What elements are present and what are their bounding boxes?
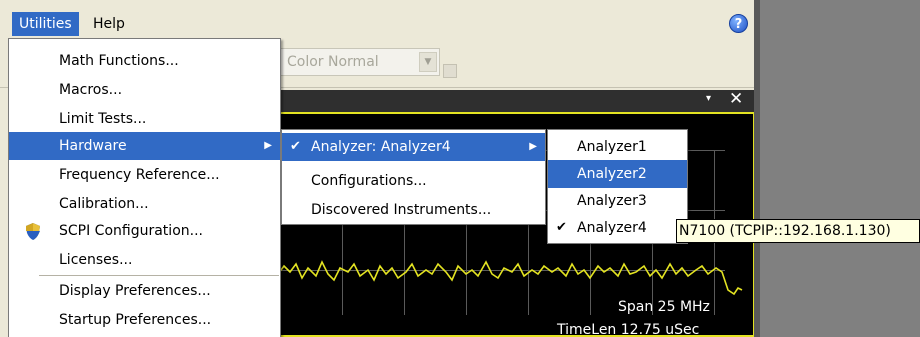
menu-item-calibration[interactable]: Calibration... xyxy=(9,190,280,218)
menu-item-label: Analyzer4 xyxy=(577,220,647,236)
menu-item-label: SCPI Configuration... xyxy=(59,223,203,239)
menu-separator xyxy=(39,275,279,276)
menu-item-analyzer3[interactable]: Analyzer3 xyxy=(548,187,687,215)
resize-grip-icon[interactable] xyxy=(443,64,457,78)
menu-item-label: Display Preferences... xyxy=(59,283,211,299)
menu-item-label: Analyzer1 xyxy=(577,139,647,155)
menu-item-label: Configurations... xyxy=(311,173,427,189)
menu-help[interactable]: Help xyxy=(86,12,132,36)
menu-bar: Utilities Help xyxy=(0,10,760,38)
menu-item-display-preferences[interactable]: Display Preferences... xyxy=(9,277,280,305)
menu-item-scpi-configuration[interactable]: SCPI Configuration... xyxy=(9,217,280,245)
panel-header xyxy=(278,90,760,112)
menu-item-label: Macros... xyxy=(59,82,123,98)
menu-item-discovered-instruments[interactable]: Discovered Instruments... xyxy=(282,196,545,224)
menu-item-label: Analyzer2 xyxy=(577,166,647,182)
checkmark-icon: ✔ xyxy=(556,220,567,235)
color-scheme-value: Color Normal xyxy=(287,54,379,70)
menu-item-math-functions[interactable]: Math Functions... xyxy=(9,47,280,75)
chevron-down-icon[interactable]: ▼ xyxy=(419,52,437,72)
hardware-submenu: ✔ Analyzer: Analyzer4 ▶ Configurations..… xyxy=(281,129,546,225)
menu-item-analyzer1[interactable]: Analyzer1 xyxy=(548,133,687,161)
menu-utilities[interactable]: Utilities xyxy=(12,12,79,36)
menu-item-licenses[interactable]: Licenses... xyxy=(9,246,280,274)
checkmark-icon: ✔ xyxy=(290,139,301,154)
utilities-menu: Math Functions... Macros... Limit Tests.… xyxy=(8,38,281,337)
menu-item-label: Frequency Reference... xyxy=(59,167,220,183)
menu-item-label: Licenses... xyxy=(59,252,133,268)
menu-item-analyzer4[interactable]: ✔ Analyzer4 xyxy=(548,214,687,242)
submenu-arrow-icon: ▶ xyxy=(264,140,272,151)
menu-item-label: Hardware xyxy=(59,138,127,154)
menu-item-macros[interactable]: Macros... xyxy=(9,76,280,104)
color-scheme-select[interactable]: Color Normal ▼ xyxy=(278,48,440,76)
help-icon[interactable]: ? xyxy=(729,14,748,33)
menu-item-label: Math Functions... xyxy=(59,53,179,69)
menu-item-analyzer[interactable]: ✔ Analyzer: Analyzer4 ▶ xyxy=(282,133,545,161)
menu-item-frequency-reference[interactable]: Frequency Reference... xyxy=(9,161,280,189)
pin-icon[interactable]: ▾ xyxy=(706,93,711,104)
span-readout: Span 25 MHz xyxy=(618,299,710,315)
close-icon[interactable]: ✕ xyxy=(729,89,743,109)
menu-item-label: Startup Preferences... xyxy=(59,312,212,328)
menu-item-hardware[interactable]: Hardware ▶ xyxy=(9,132,280,160)
menu-item-label: Discovered Instruments... xyxy=(311,202,492,218)
window-edge xyxy=(754,0,760,337)
menu-item-startup-preferences[interactable]: Startup Preferences... xyxy=(9,306,280,334)
menu-item-label: Analyzer3 xyxy=(577,193,647,209)
shield-icon xyxy=(26,223,40,240)
menu-item-label: Analyzer: Analyzer4 xyxy=(311,139,451,155)
instrument-tooltip: N7100 (TCPIP::192.168.1.130) xyxy=(676,219,920,243)
menu-item-label: Limit Tests... xyxy=(59,111,147,127)
spectrum-trace xyxy=(278,260,743,296)
submenu-arrow-icon: ▶ xyxy=(529,141,537,152)
menu-item-label: Calibration... xyxy=(59,196,149,212)
timelen-readout: TimeLen 12.75 uSec xyxy=(557,322,700,337)
menu-item-configurations[interactable]: Configurations... xyxy=(282,167,545,195)
analyzer-submenu: Analyzer1 Analyzer2 Analyzer3 ✔ Analyzer… xyxy=(547,129,688,244)
menu-item-limit-tests[interactable]: Limit Tests... xyxy=(9,105,280,133)
menu-item-analyzer2[interactable]: Analyzer2 xyxy=(548,160,687,188)
